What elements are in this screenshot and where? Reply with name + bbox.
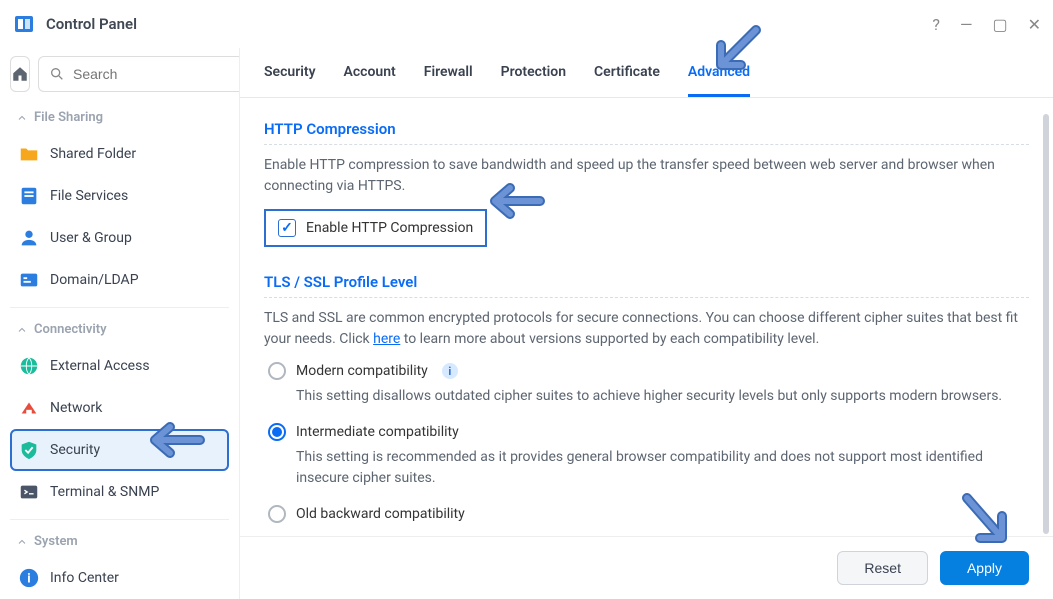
reset-button[interactable]: Reset [837, 551, 928, 585]
tls-ssl-desc: TLS and SSL are common encrypted protoco… [264, 308, 1029, 350]
network-icon [18, 397, 40, 419]
user-group-icon [18, 227, 40, 249]
sidebar: File Sharing Shared Folder File Services… [0, 48, 240, 599]
file-services-icon [18, 185, 40, 207]
apply-button[interactable]: Apply [940, 551, 1029, 585]
checkbox-icon: ✓ [278, 219, 296, 237]
sidebar-item-external-access[interactable]: External Access [10, 345, 229, 387]
footer: Reset Apply [240, 536, 1053, 599]
home-icon [11, 65, 29, 83]
radio-icon [268, 362, 286, 380]
chevron-up-icon [16, 324, 28, 336]
close-icon[interactable]: ✕ [1028, 15, 1041, 34]
svg-text:i: i [27, 572, 30, 587]
search-input[interactable] [73, 66, 240, 82]
home-button[interactable] [10, 56, 30, 92]
sidebar-item-domain-ldap[interactable]: Domain/LDAP [10, 259, 229, 301]
info-icon: i [18, 567, 40, 589]
section-connectivity[interactable]: Connectivity [10, 314, 229, 345]
sidebar-item-user-group[interactable]: User & Group [10, 217, 229, 259]
main-panel: Security Account Firewall Protection Cer… [240, 48, 1053, 599]
learn-more-link[interactable]: here [373, 331, 400, 347]
sidebar-item-file-services[interactable]: File Services [10, 175, 229, 217]
scrollbar[interactable] [1043, 114, 1049, 534]
http-compression-desc: Enable HTTP compression to save bandwidt… [264, 155, 1029, 197]
tab-account[interactable]: Account [344, 64, 396, 97]
folder-icon [18, 143, 40, 165]
app-icon [12, 12, 36, 36]
tab-firewall[interactable]: Firewall [424, 64, 473, 97]
globe-icon [18, 355, 40, 377]
minimize-icon[interactable]: — [960, 15, 973, 34]
tls-ssl-title: TLS / SSL Profile Level [264, 267, 1029, 298]
window-title: Control Panel [46, 15, 932, 33]
titlebar: Control Panel ? — ▢ ✕ [0, 0, 1053, 48]
tab-protection[interactable]: Protection [501, 64, 566, 97]
sidebar-item-shared-folder[interactable]: Shared Folder [10, 133, 229, 175]
http-compression-title: HTTP Compression [264, 114, 1029, 145]
sidebar-item-security[interactable]: Security [10, 429, 229, 471]
section-file-sharing[interactable]: File Sharing [10, 102, 229, 133]
shield-icon [18, 439, 40, 461]
radio-modern-compatibility[interactable]: Modern compatibility i [268, 362, 1029, 380]
window-controls: ? — ▢ ✕ [932, 15, 1041, 34]
sidebar-item-terminal-snmp[interactable]: Terminal & SNMP [10, 471, 229, 513]
chevron-up-icon [16, 112, 28, 124]
enable-http-compression-checkbox[interactable]: ✓ Enable HTTP Compression [264, 209, 487, 247]
search-icon [49, 66, 65, 82]
sidebar-item-info-center[interactable]: i Info Center [10, 557, 229, 599]
chevron-up-icon [16, 536, 28, 548]
section-system[interactable]: System [10, 526, 229, 557]
help-icon[interactable]: ? [932, 15, 940, 34]
info-badge-icon[interactable]: i [442, 363, 458, 379]
maximize-icon[interactable]: ▢ [992, 15, 1007, 34]
radio-intermediate-compatibility[interactable]: Intermediate compatibility [268, 423, 1029, 441]
sidebar-item-network[interactable]: Network [10, 387, 229, 429]
tab-advanced[interactable]: Advanced [688, 64, 750, 97]
tab-certificate[interactable]: Certificate [594, 64, 660, 97]
terminal-icon [18, 481, 40, 503]
radio-old-backward-compatibility[interactable]: Old backward compatibility [268, 505, 1029, 523]
radio-icon [268, 505, 286, 523]
radio-icon [268, 423, 286, 441]
domain-icon [18, 269, 40, 291]
tab-security[interactable]: Security [264, 64, 316, 97]
search-box[interactable] [38, 56, 240, 92]
content-area: HTTP Compression Enable HTTP compression… [240, 98, 1053, 599]
tabs: Security Account Firewall Protection Cer… [240, 48, 1053, 98]
